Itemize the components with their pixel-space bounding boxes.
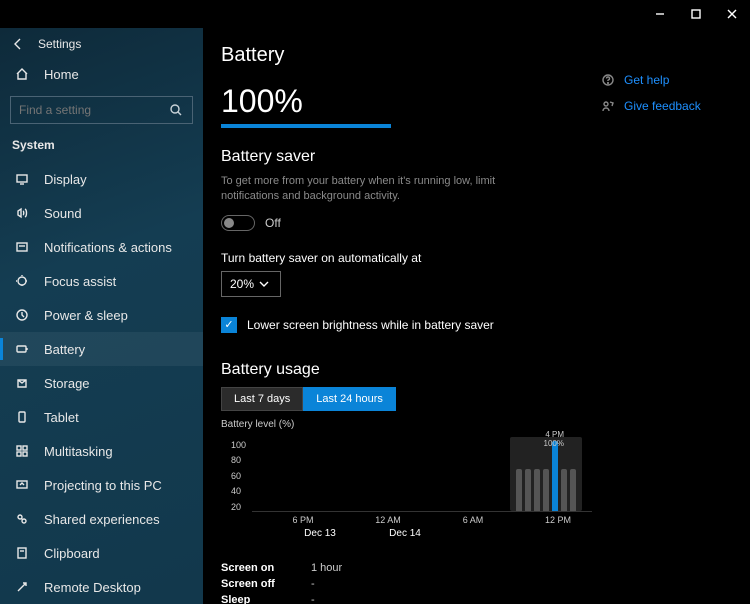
tab-last-7-days[interactable]: Last 7 days — [221, 387, 303, 411]
sidebar-item-label: Shared experiences — [44, 512, 160, 527]
sidebar-item-label: Display — [44, 172, 87, 187]
sidebar-item-sound[interactable]: Sound — [0, 196, 203, 230]
sidebar-item-notifications-actions[interactable]: Notifications & actions — [0, 230, 203, 264]
battery-usage-heading: Battery usage — [221, 361, 592, 379]
sidebar-item-multitasking[interactable]: Multitasking — [0, 434, 203, 468]
sidebar-item-display[interactable]: Display — [0, 162, 203, 196]
chart-tooltip: 4 PM 100% — [544, 431, 564, 449]
sidebar-item-remote-desktop[interactable]: Remote Desktop — [0, 570, 203, 604]
sidebar-icon — [14, 375, 30, 391]
sidebar-item-label: Power & sleep — [44, 308, 128, 323]
sidebar-icon — [14, 273, 30, 289]
chart-bar[interactable] — [516, 469, 522, 511]
page-title: Battery — [221, 44, 592, 67]
back-row[interactable]: Settings — [0, 30, 203, 58]
help-icon — [600, 72, 616, 88]
home-icon — [14, 66, 30, 82]
sleep-label: Sleep — [221, 594, 311, 604]
sidebar-icon — [14, 443, 30, 459]
window-title: Settings — [38, 37, 81, 51]
sleep-value: - — [311, 594, 315, 604]
sidebar-item-label: Projecting to this PC — [44, 478, 162, 493]
chart-bar[interactable] — [552, 441, 558, 511]
minimize-button[interactable] — [642, 0, 678, 28]
give-feedback-link[interactable]: Give feedback — [600, 98, 740, 114]
auto-on-label: Turn battery saver on automatically at — [221, 251, 592, 265]
feedback-icon — [600, 98, 616, 114]
screen-off-label: Screen off — [221, 578, 311, 590]
sidebar-item-label: Battery — [44, 342, 85, 357]
sidebar-item-clipboard[interactable]: Clipboard — [0, 536, 203, 570]
sidebar-icon — [14, 409, 30, 425]
tab-last-24-hours[interactable]: Last 24 hours — [303, 387, 396, 411]
sidebar-icon — [14, 579, 30, 595]
battery-saver-heading: Battery saver — [221, 148, 592, 166]
screen-off-value: - — [311, 578, 315, 590]
home-label: Home — [44, 67, 79, 82]
get-help-link[interactable]: Get help — [600, 72, 740, 88]
sidebar-icon — [14, 341, 30, 357]
battery-chart: 10080604020 4 PM 100% 6 PM12 AM6 AM12 PM… — [221, 438, 592, 528]
brightness-checkbox[interactable]: ✓ — [221, 317, 237, 333]
sidebar-icon — [14, 545, 30, 561]
sidebar-item-label: Notifications & actions — [44, 240, 172, 255]
sidebar-item-label: Focus assist — [44, 274, 116, 289]
sidebar-item-projecting-to-this-pc[interactable]: Projecting to this PC — [0, 468, 203, 502]
sidebar-item-battery[interactable]: Battery — [0, 332, 203, 366]
sidebar-item-label: Multitasking — [44, 444, 113, 459]
sidebar-item-label: Tablet — [44, 410, 79, 425]
battery-progress — [221, 124, 391, 128]
chart-bar[interactable] — [534, 469, 540, 511]
chart-bar[interactable] — [570, 469, 576, 511]
screen-on-label: Screen on — [221, 562, 311, 574]
brightness-label: Lower screen brightness while in battery… — [247, 318, 494, 332]
sidebar-icon — [14, 171, 30, 187]
titlebar — [0, 0, 750, 28]
sidebar-item-power-sleep[interactable]: Power & sleep — [0, 298, 203, 332]
select-value: 20% — [230, 277, 254, 291]
maximize-button[interactable] — [678, 0, 714, 28]
sidebar-icon — [14, 477, 30, 493]
chevron-down-icon — [256, 276, 272, 292]
sidebar-icon — [14, 205, 30, 221]
chart-bar[interactable] — [561, 469, 567, 511]
battery-saver-desc: To get more from your battery when it's … — [221, 174, 541, 205]
battery-saver-toggle[interactable] — [221, 215, 255, 231]
search-field[interactable] — [19, 103, 159, 117]
auto-threshold-select[interactable]: 20% — [221, 271, 281, 297]
close-button[interactable] — [714, 0, 750, 28]
back-icon — [10, 36, 26, 52]
chart-bar[interactable] — [525, 469, 531, 511]
toggle-state: Off — [265, 216, 281, 230]
chart-y-label: Battery level (%) — [221, 419, 592, 430]
sidebar: Settings Home System Display Sound Notific… — [0, 28, 203, 604]
sidebar-item-focus-assist[interactable]: Focus assist — [0, 264, 203, 298]
chart-bar[interactable] — [543, 469, 549, 511]
sidebar-section-header: System — [0, 134, 203, 162]
sidebar-icon — [14, 307, 30, 323]
sidebar-home[interactable]: Home — [0, 58, 203, 90]
sidebar-item-label: Sound — [44, 206, 82, 221]
sidebar-item-storage[interactable]: Storage — [0, 366, 203, 400]
search-input[interactable] — [10, 96, 193, 124]
sidebar-item-label: Remote Desktop — [44, 580, 141, 595]
sidebar-item-tablet[interactable]: Tablet — [0, 400, 203, 434]
search-icon — [168, 102, 184, 118]
battery-percent: 100% — [221, 83, 592, 120]
sidebar-icon — [14, 239, 30, 255]
sidebar-item-shared-experiences[interactable]: Shared experiences — [0, 502, 203, 536]
sidebar-icon — [14, 511, 30, 527]
sidebar-item-label: Storage — [44, 376, 90, 391]
sidebar-item-label: Clipboard — [44, 546, 100, 561]
screen-on-value: 1 hour — [311, 562, 342, 574]
